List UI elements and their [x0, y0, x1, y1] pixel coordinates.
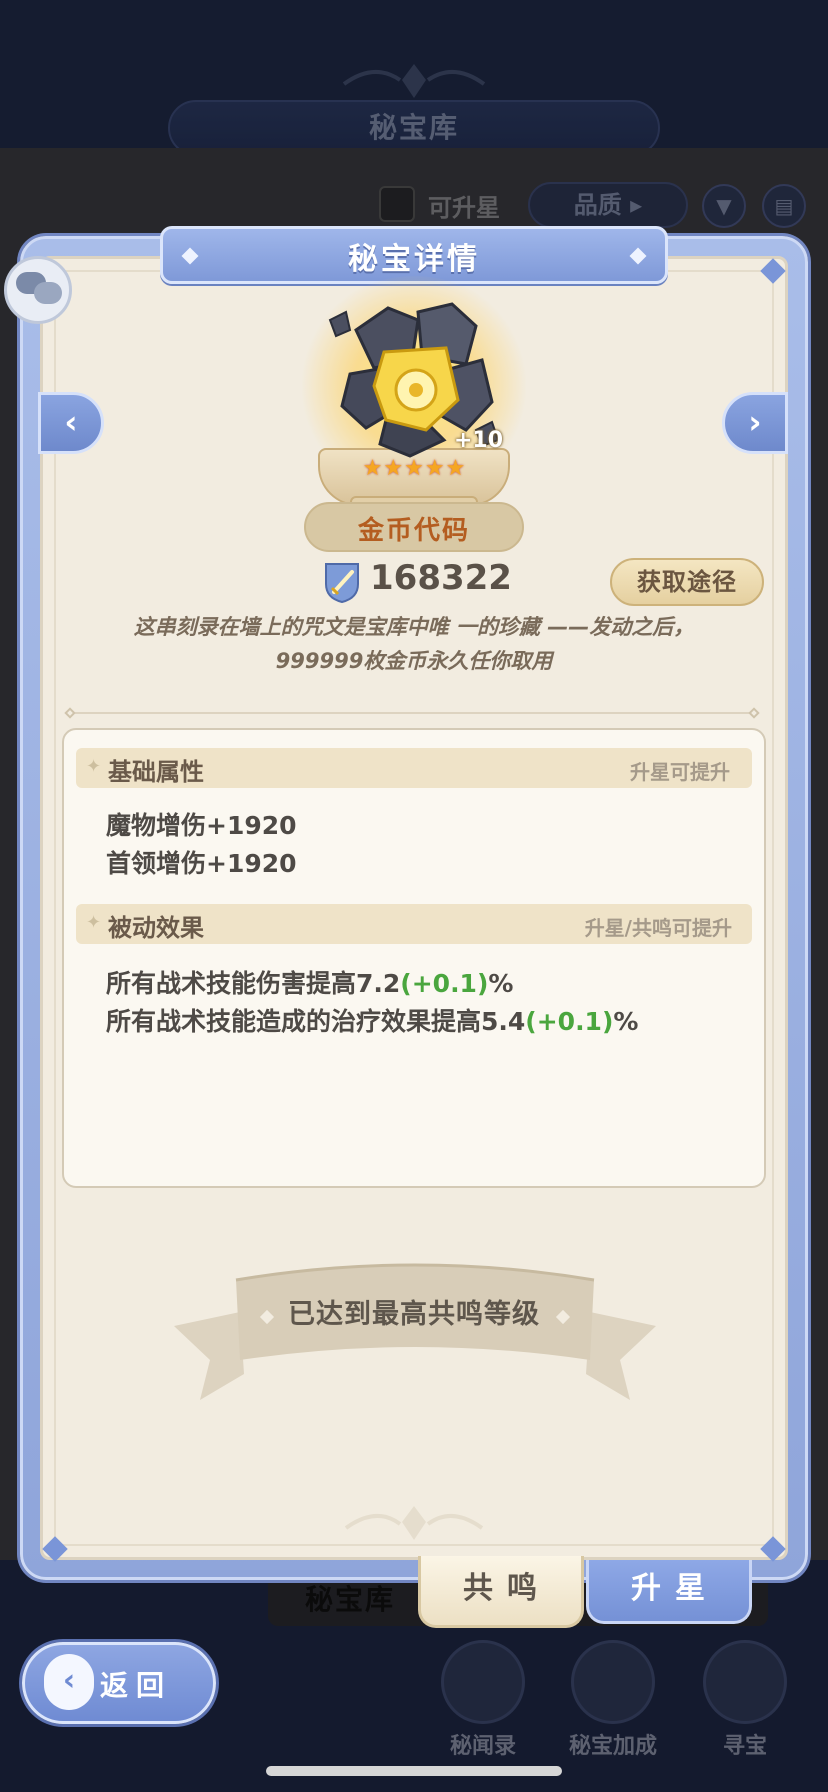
star-icon: ★	[445, 456, 466, 481]
obtain-source-button[interactable]: 获取途径	[610, 558, 764, 606]
passive-effect-bonus: (+0.1)	[525, 1007, 614, 1036]
basic-attribute-line: 首领增伤+1920	[106, 849, 297, 878]
chat-bubble-icon	[34, 282, 62, 304]
passive-effects-title: 被动效果	[108, 914, 204, 942]
item-description: 这串刻录在墙上的咒文是宝库中唯 一的珍藏 ——发动之后， 999999枚金币永久…	[70, 610, 758, 678]
basic-attributes-hint: 升星可提升	[630, 760, 730, 784]
basic-attributes-title: 基础属性	[108, 758, 204, 786]
crest-ornament-icon	[344, 1506, 484, 1540]
star-icon: ★	[362, 456, 383, 481]
basic-attribute-line: 魔物增伤+1920	[106, 811, 297, 840]
attribute-panel	[62, 728, 766, 1188]
item-description-line: 999999枚金币永久任你取用	[275, 649, 553, 673]
section-divider	[70, 712, 758, 714]
passive-effect-suffix: %	[613, 1007, 639, 1036]
shield-sword-icon	[325, 563, 359, 604]
passive-effect-line: 所有战术技能造成的治疗效果提高5.4(+0.1)%	[106, 1002, 638, 1038]
passive-effects-hint: 升星/共鸣可提升	[584, 916, 732, 940]
tab-star-up[interactable]: 升星	[586, 1560, 752, 1624]
passive-effect-text: 所有战术技能伤害提高7.2	[106, 969, 401, 998]
passive-effect-line: 所有战术技能伤害提高7.2(+0.1)%	[106, 964, 513, 1000]
item-name: 金币代码	[357, 516, 470, 546]
back-button-label: 返回	[100, 1669, 173, 1702]
sparkle-icon: ✦	[86, 912, 102, 933]
passive-effect-bonus: (+0.1)	[400, 969, 489, 998]
passive-effect-text: 所有战术技能造成的治疗效果提高5.4	[106, 1007, 526, 1036]
sparkle-icon: ✦	[86, 756, 102, 777]
item-star-rating: ★ ★ ★ ★ ★	[356, 458, 472, 480]
max-level-text: 已达到最高共鸣等级	[288, 1299, 540, 1330]
star-icon: ★	[383, 456, 404, 481]
next-item-button[interactable]: ›	[722, 392, 788, 454]
back-arrow-icon: ‹	[44, 1654, 94, 1710]
previous-item-button[interactable]: ‹	[38, 392, 104, 454]
passive-effect-suffix: %	[488, 969, 514, 998]
max-level-ribbon	[174, 1263, 656, 1400]
tab-resonate[interactable]: 共鸣	[418, 1556, 584, 1628]
item-enhance-level: +10	[454, 428, 504, 453]
star-icon: ★	[424, 456, 445, 481]
combat-power-value: 168322	[370, 558, 512, 598]
star-icon: ★	[404, 456, 424, 481]
item-description-line: 这串刻录在墙上的咒文是宝库中唯 一的珍藏 ——发动之后，	[133, 615, 695, 639]
home-indicator[interactable]	[266, 1766, 562, 1776]
modal-title: 秘宝详情	[348, 242, 480, 277]
